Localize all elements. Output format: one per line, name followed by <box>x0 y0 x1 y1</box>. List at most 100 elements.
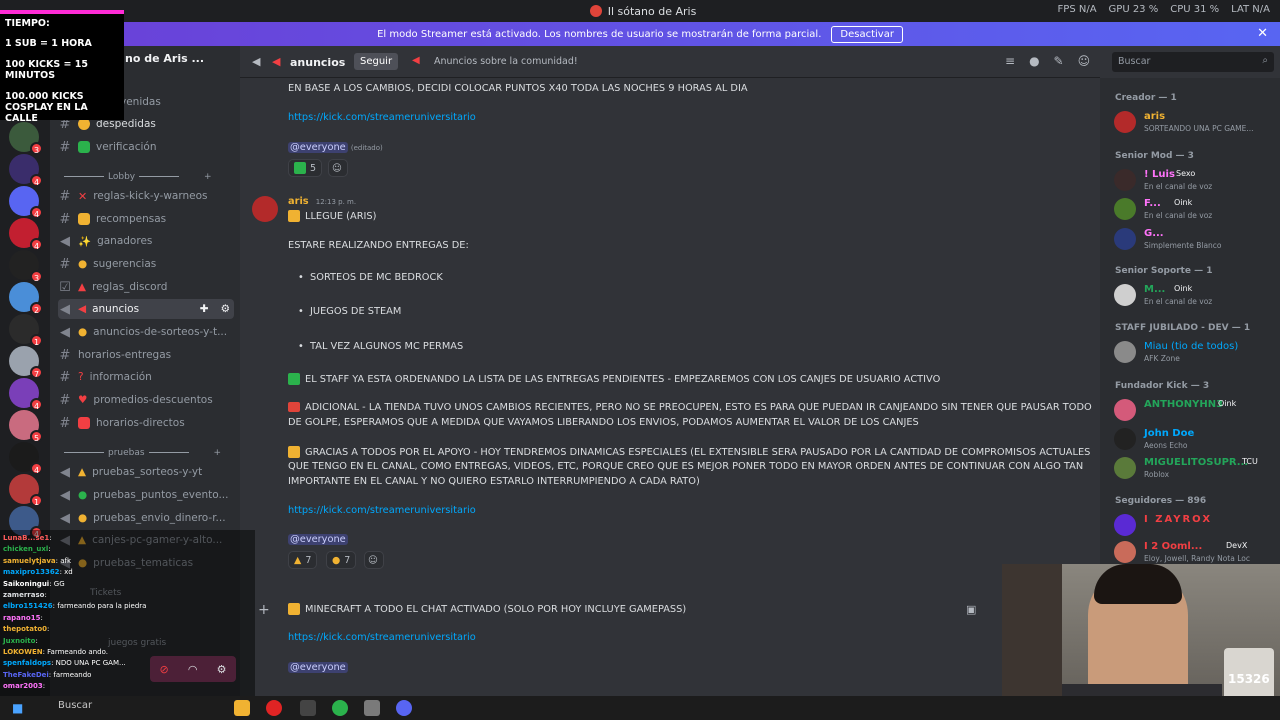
server-icon[interactable]: 1 <box>9 474 43 507</box>
members-icon[interactable]: ☺ <box>1078 54 1091 68</box>
message-author[interactable]: aris <box>288 196 309 207</box>
threads-icon[interactable]: ≡ <box>1005 54 1015 68</box>
avatar[interactable] <box>252 196 278 222</box>
channel-label: reglas_discord <box>92 281 168 293</box>
channel-anuncios[interactable]: ◀ ◀ anuncios ✚ ⚙ <box>58 299 234 319</box>
discord-taskbar-icon[interactable] <box>396 700 412 716</box>
close-icon[interactable]: ✕ <box>1257 26 1268 41</box>
member-item[interactable]: ANTHONYHN3 Oink <box>1114 396 1274 424</box>
channel-pruebas-puntos[interactable]: ◀ ● pruebas_puntos_evento... <box>58 485 234 505</box>
member-item[interactable]: aris SORTEANDO UNA PC GAME... <box>1114 108 1274 136</box>
member-item[interactable]: F... Oink En el canal de voz <box>1114 195 1274 223</box>
everyone-mention[interactable]: @everyone <box>288 662 348 673</box>
disable-streamer-button[interactable]: Desactivar <box>831 25 903 43</box>
category-lobby[interactable]: Lobby + <box>60 172 212 182</box>
follow-button[interactable]: Seguir <box>354 53 399 70</box>
member-item[interactable]: ! Luis Sexo En el canal de voz <box>1114 166 1274 194</box>
discord-icon[interactable]: 4 <box>9 186 43 219</box>
channel-label: anuncios <box>92 303 140 315</box>
channel-ganadores[interactable]: ◀ ✨ ganadores <box>58 231 234 251</box>
chat-line: chicken_uxl: <box>3 545 51 554</box>
member-status: Roblox <box>1144 470 1170 479</box>
windows-start-icon[interactable]: ■ <box>12 701 23 715</box>
taskbar-search[interactable]: Buscar <box>58 700 92 711</box>
message-link[interactable]: https://kick.com/streameruniversitario <box>288 632 476 643</box>
channel-label: pruebas_puntos_evento... <box>93 489 229 501</box>
channel-reglas-kick[interactable]: # ✕ reglas-kick-y-warneos <box>58 186 234 206</box>
attach-plus-icon[interactable]: + <box>258 602 270 618</box>
server-icon[interactable]: 3 <box>9 250 43 283</box>
hash-icon: # <box>59 347 71 363</box>
file-explorer-icon[interactable] <box>234 700 250 716</box>
channel-pruebas-sorteos[interactable]: ◀ ▲ pruebas_sorteos-y-yt <box>58 462 234 482</box>
channel-label: reglas-kick-y-warneos <box>93 190 208 202</box>
server-icon[interactable]: 2 <box>9 282 43 315</box>
member-name: M... <box>1144 284 1166 295</box>
channel-anuncios-sorteos[interactable]: ◀ ● anuncios-de-sorteos-y-t... <box>58 322 234 342</box>
everyone-mention[interactable]: @everyone <box>288 534 348 545</box>
face-icon: ● <box>332 554 341 566</box>
message-link[interactable]: https://kick.com/streameruniversitario <box>288 112 476 123</box>
gear-icon[interactable]: ⚙ <box>217 663 227 676</box>
server-icon[interactable]: 4 <box>9 218 43 251</box>
megaphone-icon: ◀ <box>60 324 70 340</box>
everyone-mention[interactable]: @everyone <box>288 142 348 153</box>
member-item[interactable]: Miau (tio de todos) AFK Zone <box>1114 338 1274 366</box>
channel-label: recompensas <box>96 213 167 225</box>
channel-horarios-directos[interactable]: # horarios-directos <box>58 413 234 433</box>
category-pruebas[interactable]: pruebas + <box>60 448 221 458</box>
reaction-fire[interactable]: ▲ 7 <box>288 551 318 569</box>
channel-horarios-entregas[interactable]: # horarios-entregas <box>58 345 234 365</box>
channel-reglas-discord[interactable]: ☑ ▲ reglas_discord <box>58 277 234 297</box>
member-name: I ZAYROX <box>1144 514 1213 525</box>
reaction-emoji[interactable]: ● 7 <box>326 551 357 569</box>
overlay-line: TIEMPO: <box>5 18 50 29</box>
server-icon[interactable]: 4 <box>9 378 43 411</box>
gift-button-icon[interactable]: ▣ <box>966 603 976 616</box>
member-status: En el canal de voz <box>1144 182 1213 191</box>
message-link[interactable]: https://kick.com/streameruniversitario <box>288 505 476 516</box>
server-icon[interactable]: 4 <box>9 154 43 187</box>
megaphone-emoji-icon: ◀ <box>272 55 281 68</box>
member-item[interactable]: M... Oink En el canal de voz <box>1114 281 1274 309</box>
channel-informacion[interactable]: #? información <box>58 367 234 387</box>
member-item[interactable]: I 2 Ooml... DevX Eloy, Jowell, Randy Nota … <box>1114 538 1274 566</box>
mic-muted-icon[interactable]: ⊘ <box>160 663 169 676</box>
member-item[interactable]: John Doe Aeons Echo <box>1114 425 1274 453</box>
chat-line: rapano15: <box>3 613 43 622</box>
member-name: G... <box>1144 228 1164 239</box>
add-reaction-button[interactable]: ☺ <box>364 551 384 569</box>
search-input[interactable]: Buscar ⌕ <box>1112 52 1274 72</box>
server-icon[interactable]: 7 <box>9 346 43 379</box>
app-icon[interactable] <box>364 700 380 716</box>
gear-icon[interactable]: ⚙ <box>221 303 230 315</box>
server-icon[interactable]: 5 <box>9 410 43 443</box>
server-icon[interactable]: 1 <box>9 314 43 347</box>
add-member-icon[interactable]: ✚ <box>200 303 209 315</box>
channel-verificacion[interactable]: # verificación <box>58 137 234 157</box>
reaction-check[interactable]: 5 <box>288 159 323 177</box>
pin-icon[interactable]: ✎ <box>1054 54 1064 68</box>
hash-icon: # <box>59 188 71 204</box>
channel-sugerencias[interactable]: # ● sugerencias <box>58 254 234 274</box>
server-icon[interactable]: 3 <box>9 122 43 155</box>
bell-icon[interactable]: ● <box>1029 54 1039 68</box>
list-item: TAL VEZ ALGUNOS MC PERMAS <box>310 341 464 352</box>
message-text: DE GOLPE, ESPERAMOS QUE A MEDIDA QUE VAY… <box>288 417 919 428</box>
server-icon[interactable]: 4 <box>9 442 43 475</box>
server-name[interactable]: no de Aris ... <box>125 52 204 65</box>
opera-icon[interactable] <box>266 700 282 716</box>
member-item[interactable]: MIGUELITOSUPR... TCU Roblox <box>1114 454 1274 482</box>
chrome-icon[interactable] <box>332 700 348 716</box>
member-item[interactable]: G... Simplemente Blanco <box>1114 225 1274 253</box>
channel-promedios[interactable]: # ♥ promedios-descuentos <box>58 390 234 410</box>
headphones-icon[interactable]: ◠ <box>188 663 198 676</box>
hash-icon: # <box>59 256 71 272</box>
channel-pruebas-envio[interactable]: ◀ ● pruebas_envio_dinero-r... <box>58 508 234 528</box>
app-icon[interactable] <box>300 700 316 716</box>
member-status: En el canal de voz <box>1144 297 1213 306</box>
member-item[interactable]: I ZAYROX <box>1114 511 1274 539</box>
channel-recompensas[interactable]: # recompensas <box>58 209 234 229</box>
add-reaction-button[interactable]: ☺ <box>328 159 348 177</box>
overlay-line: 100.000 KICKS COSPLAY EN LA CALLE <box>5 90 88 125</box>
